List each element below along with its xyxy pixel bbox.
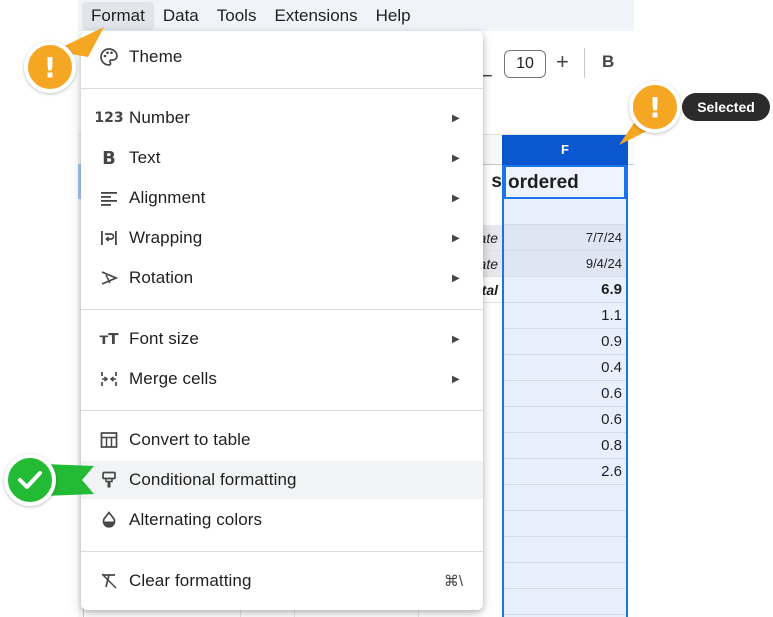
align-left-icon <box>98 187 120 209</box>
menu-item-label: Alternating colors <box>129 510 263 529</box>
cell-f-value[interactable]: 0.6 <box>504 381 626 407</box>
menu-extensions[interactable]: Extensions <box>265 2 366 30</box>
column-f-selection[interactable]: ordered 7/7/24 9/4/24 6.9 1.1 0.9 0.4 0.… <box>502 165 628 617</box>
bold-b-icon: B <box>102 147 116 169</box>
format-menu-dropdown: Theme 123 Number ▶ B Text ▶ Alignment ▶ … <box>81 31 483 610</box>
menu-tools[interactable]: Tools <box>208 2 266 30</box>
cell-f1-title[interactable]: ordered <box>504 165 626 199</box>
cell-f-date[interactable]: 9/4/24 <box>504 251 626 277</box>
submenu-arrow-icon: ▶ <box>452 192 460 204</box>
menu-item-label: Conditional formatting <box>129 470 297 489</box>
menu-item-convert-to-table[interactable]: Convert to table <box>81 421 483 459</box>
menu-item-text[interactable]: B Text ▶ <box>81 139 483 177</box>
menu-item-merge-cells[interactable]: Merge cells ▶ <box>81 360 483 398</box>
submenu-arrow-icon: ▶ <box>452 333 460 345</box>
menu-divider <box>81 88 483 89</box>
menu-item-alternating-colors[interactable]: Alternating colors <box>81 501 483 539</box>
menu-item-label: Text <box>129 148 161 167</box>
table-icon <box>98 429 120 451</box>
warning-icon: ! <box>24 41 76 93</box>
wrap-icon <box>98 227 120 249</box>
menu-item-wrapping[interactable]: Wrapping ▶ <box>81 219 483 257</box>
shortcut-label: ⌘\ <box>443 573 463 590</box>
font-size-icon: тT <box>99 330 119 348</box>
menu-item-conditional-formatting[interactable]: Conditional formatting <box>81 461 483 499</box>
drop-icon <box>98 509 120 531</box>
menu-format[interactable]: Format <box>82 1 154 30</box>
menu-item-label: Theme <box>129 47 183 66</box>
submenu-arrow-icon: ▶ <box>452 152 460 164</box>
menu-item-theme[interactable]: Theme <box>81 38 483 76</box>
menu-item-clear-formatting[interactable]: Clear formatting ⌘\ <box>81 562 483 600</box>
menu-divider <box>81 309 483 310</box>
cell-f-empty[interactable] <box>504 563 626 589</box>
menu-item-number[interactable]: 123 Number ▶ <box>81 99 483 137</box>
menu-divider <box>81 410 483 411</box>
menu-divider <box>81 551 483 552</box>
checkmark-icon <box>4 454 56 506</box>
menu-item-rotation[interactable]: Rotation ▶ <box>81 259 483 297</box>
cell-f-empty[interactable] <box>504 485 626 511</box>
bold-button[interactable]: B <box>602 52 614 72</box>
menu-item-label: Rotation <box>129 268 194 287</box>
menu-item-label: Wrapping <box>129 228 203 247</box>
cell-f-empty[interactable] <box>504 589 626 615</box>
toolbar: − 10 + B <box>480 31 634 97</box>
merge-icon <box>98 368 120 390</box>
submenu-arrow-icon: ▶ <box>452 272 460 284</box>
selected-badge: Selected <box>682 93 770 121</box>
submenu-arrow-icon: ▶ <box>452 112 460 124</box>
menu-item-label: Convert to table <box>129 430 251 449</box>
cell-f-date[interactable]: 7/7/24 <box>504 225 626 251</box>
cell-f-value[interactable]: 1.1 <box>504 303 626 329</box>
rotate-text-icon <box>98 267 120 289</box>
cell-f-value[interactable]: 0.6 <box>504 407 626 433</box>
menu-item-alignment[interactable]: Alignment ▶ <box>81 179 483 217</box>
cell-f-value[interactable]: 2.6 <box>504 459 626 485</box>
font-size-input[interactable]: 10 <box>504 50 546 78</box>
menu-item-label: Font size <box>129 329 199 348</box>
menu-bar: Format Data Tools Extensions Help <box>78 0 634 31</box>
cell-f-empty[interactable] <box>504 537 626 563</box>
menu-item-label: Clear formatting <box>129 571 252 590</box>
cell-f-value[interactable]: 0.8 <box>504 433 626 459</box>
cell-f-total[interactable]: 6.9 <box>504 277 626 303</box>
menu-item-label: Alignment <box>129 188 206 207</box>
column-header-f[interactable]: F <box>502 135 628 165</box>
menu-item-label: Merge cells <box>129 369 218 388</box>
toolbar-divider <box>584 48 585 78</box>
cell-f-value[interactable]: 0.9 <box>504 329 626 355</box>
submenu-arrow-icon: ▶ <box>452 373 460 385</box>
menu-item-label: Number <box>129 108 191 127</box>
123-icon: 123 <box>94 110 124 126</box>
cell-f-empty[interactable] <box>504 199 626 225</box>
menu-item-font-size[interactable]: тT Font size ▶ <box>81 320 483 358</box>
cell-f-value[interactable]: 0.4 <box>504 355 626 381</box>
menu-data[interactable]: Data <box>154 2 208 30</box>
submenu-arrow-icon: ▶ <box>452 232 460 244</box>
increase-font-size-button[interactable]: + <box>556 49 569 75</box>
menu-help[interactable]: Help <box>367 2 420 30</box>
clear-format-icon <box>98 570 120 592</box>
warning-icon: ! <box>629 81 681 133</box>
cell-f-empty[interactable] <box>504 511 626 537</box>
